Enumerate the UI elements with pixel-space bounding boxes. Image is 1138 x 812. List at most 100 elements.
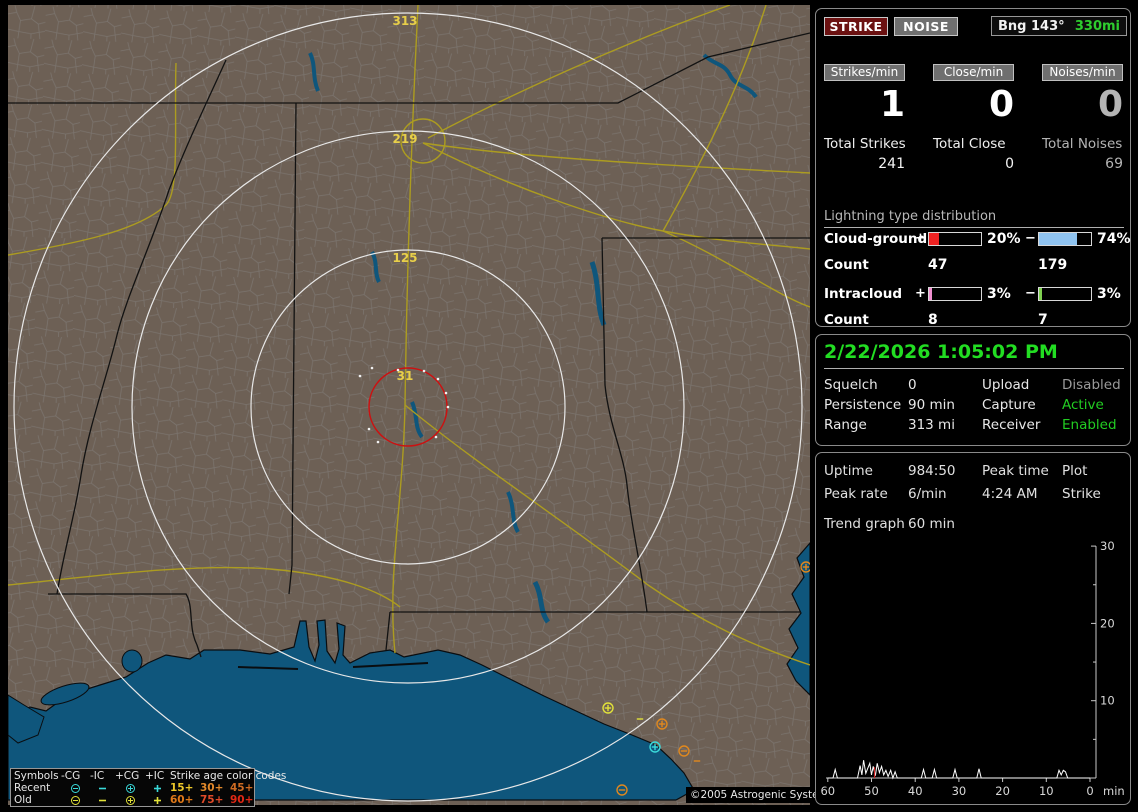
intracloud-label: Intracloud — [824, 286, 903, 302]
peak-time-value: 4:24 AM — [982, 486, 1038, 502]
svg-text:min: min — [1103, 784, 1125, 798]
legend-row-recent: Recent — [14, 782, 51, 794]
legend-age-header: Strike age color codes — [170, 770, 287, 782]
map-canvas: 313 219 125 31 — [7, 4, 812, 805]
trend-graph-window: 60 min — [908, 516, 955, 532]
ic-minus-count: 7 — [1038, 312, 1048, 328]
count-label: Count — [824, 257, 869, 273]
circle-plus-icon — [115, 795, 145, 806]
plus-sign: + — [915, 286, 926, 301]
legend-col-pic: +IC — [145, 770, 165, 782]
svg-text:50: 50 — [864, 784, 879, 798]
cg-plus-percent: 20% — [987, 231, 1021, 247]
cg-plus-bar — [928, 232, 982, 246]
strike-mode-button[interactable]: STRIKE — [824, 17, 888, 36]
bearing-value: Bng 143° — [998, 18, 1065, 34]
ic-plus-count: 8 — [928, 312, 938, 328]
receiver-label: Receiver — [982, 417, 1041, 433]
svg-text:30: 30 — [1100, 539, 1115, 553]
plus-icon — [145, 795, 170, 806]
noises-rate-value: 0 — [1097, 84, 1123, 125]
peak-rate-value: 6/min — [908, 486, 947, 502]
map-legend: Symbols -CG -IC +CG +IC Strike age color… — [10, 768, 287, 807]
capture-label: Capture — [982, 397, 1036, 413]
total-noises-value: 69 — [1105, 156, 1123, 172]
svg-text:10: 10 — [1039, 784, 1054, 798]
plus-icon — [145, 783, 170, 794]
count-label: Count — [824, 312, 869, 328]
svg-text:40: 40 — [908, 784, 923, 798]
uptime-value: 984:50 — [908, 463, 956, 479]
receiver-status-panel: 2/22/2026 1:05:02 PM Squelch 0 Upload Di… — [815, 334, 1131, 446]
cg-minus-bar — [1038, 232, 1092, 246]
circle-minus-icon — [61, 783, 90, 794]
legend-symbols-header: Symbols — [14, 770, 59, 782]
svg-text:125: 125 — [392, 251, 417, 265]
bearing-distance: 330mi — [1074, 18, 1120, 34]
svg-text:0: 0 — [1086, 784, 1093, 798]
svg-text:31: 31 — [397, 369, 414, 383]
peak-time-label: Peak time — [982, 463, 1049, 479]
squelch-label: Squelch — [824, 377, 878, 393]
age-90: 90+ — [230, 794, 254, 806]
upload-label: Upload — [982, 377, 1030, 393]
ic-minus-bar — [1038, 287, 1092, 301]
minus-sign: − — [1025, 286, 1036, 301]
persistence-value: 90 min — [908, 397, 955, 413]
ic-plus-bar — [928, 287, 982, 301]
plus-sign: + — [915, 231, 926, 246]
range-label: Range — [824, 417, 867, 433]
svg-text:20: 20 — [995, 784, 1010, 798]
total-close-label: Total Close — [933, 136, 1006, 152]
cloud-ground-row: Cloud-ground + 20% − 74% — [816, 231, 1132, 247]
svg-text:60: 60 — [820, 784, 835, 798]
upload-status: Disabled — [1062, 377, 1121, 393]
close-per-min-button[interactable]: Close/min — [933, 64, 1014, 81]
age-15: 15+ — [170, 782, 194, 794]
age-60: 60+ — [170, 794, 194, 806]
plot-mode-value: Strike — [1062, 486, 1101, 502]
ic-plus-percent: 3% — [987, 286, 1011, 302]
legend-col-ncg: -CG — [61, 770, 81, 782]
circle-plus-icon — [115, 783, 145, 794]
circle-minus-icon — [61, 795, 90, 806]
minus-sign: − — [1025, 231, 1036, 246]
total-noises-label: Total Noises — [1042, 136, 1123, 152]
age-30: 30+ — [200, 782, 224, 794]
total-close-value: 0 — [1005, 156, 1014, 172]
trend-panel: Uptime 984:50 Peak time Plot Peak rate 6… — [815, 452, 1131, 805]
minus-icon — [90, 795, 115, 806]
datetime-display: 2/22/2026 1:05:02 PM — [824, 341, 1124, 369]
strike-stats-panel: STRIKE NOISE Bng 143° 330mi Strikes/min … — [815, 8, 1132, 328]
squelch-value: 0 — [908, 377, 917, 393]
trend-graph-label: Trend graph — [824, 516, 905, 532]
total-strikes-value: 241 — [878, 156, 905, 172]
strikes-rate-value: 1 — [879, 84, 905, 125]
cg-plus-count: 47 — [928, 257, 948, 273]
strikes-per-min-button[interactable]: Strikes/min — [824, 64, 905, 81]
capture-status: Active — [1062, 397, 1104, 413]
lightning-map[interactable]: 313 219 125 31 Symbols -CG -IC +CG +IC Stri… — [7, 4, 839, 807]
svg-text:20: 20 — [1100, 616, 1115, 630]
cloud-ground-label: Cloud-ground — [824, 231, 928, 247]
svg-text:219: 219 — [392, 132, 417, 146]
minus-icon — [90, 783, 115, 794]
svg-text:313: 313 — [392, 14, 417, 28]
legend-row-old: Old — [14, 794, 32, 806]
svg-text:30: 30 — [952, 784, 967, 798]
cg-minus-count: 179 — [1038, 257, 1068, 273]
legend-col-nic: -IC — [90, 770, 105, 782]
legend-col-pcg: +CG — [115, 770, 140, 782]
range-value: 313 mi — [908, 417, 955, 433]
intracloud-count-row: Count 8 7 — [816, 312, 1132, 328]
uptime-label: Uptime — [824, 463, 873, 479]
ic-minus-percent: 3% — [1097, 286, 1121, 302]
cg-minus-percent: 74% — [1097, 231, 1131, 247]
noise-mode-button[interactable]: NOISE — [894, 17, 958, 36]
age-75: 75+ — [200, 794, 224, 806]
cloud-ground-count-row: Count 47 179 — [816, 257, 1132, 273]
peak-rate-label: Peak rate — [824, 486, 888, 502]
close-rate-value: 0 — [988, 84, 1014, 125]
distribution-title: Lightning type distribution — [824, 209, 1124, 228]
noises-per-min-button[interactable]: Noises/min — [1042, 64, 1123, 81]
